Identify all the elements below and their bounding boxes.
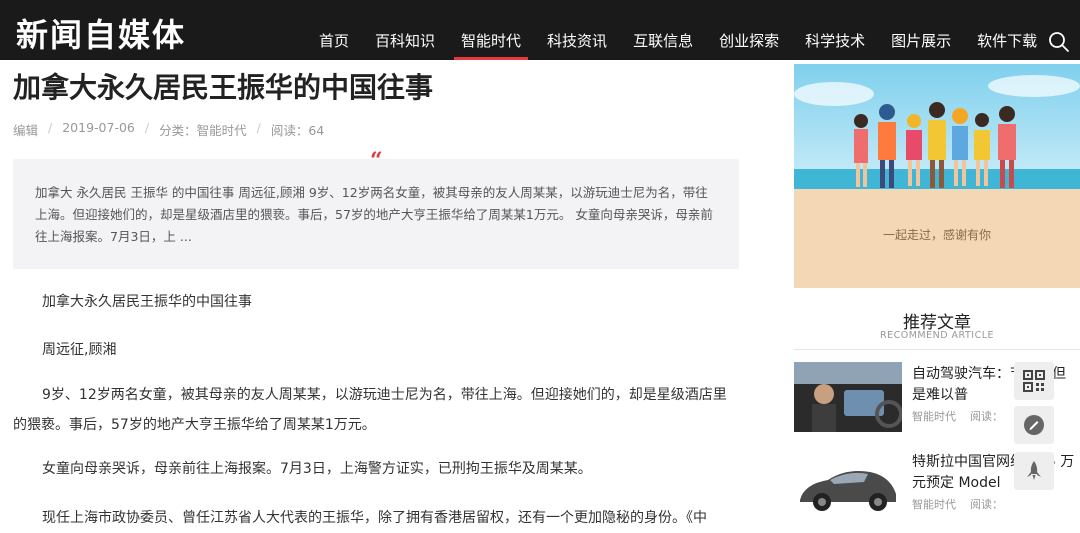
nav-home[interactable]: 首页 (306, 0, 362, 60)
article-summary: 加拿大 永久居民 王振华 的中国往事 周远征,顾湘 9岁、12岁两名女童，被其母… (13, 159, 739, 269)
article-title: 加拿大永久居民王振华的中国往事 (13, 71, 434, 104)
nav-smart-era[interactable]: 智能时代 (448, 0, 534, 60)
recommend-item-category: 智能时代 (912, 498, 956, 511)
nav-internet[interactable]: 互联信息 (620, 0, 706, 60)
feedback-icon (1024, 415, 1044, 435)
article-paragraph: 加拿大永久居民王振华的中国往事 (42, 294, 252, 310)
recommend-item-views: 阅读： (970, 410, 1003, 423)
feedback-button[interactable] (1014, 406, 1054, 444)
meta-date: 2019-07-06 (62, 120, 135, 135)
quote-icon: “ (370, 148, 383, 174)
recommend-thumbnail[interactable] (794, 362, 902, 432)
meta-separator: / (256, 120, 261, 135)
site-logo[interactable]: 新闻自媒体 (16, 10, 186, 56)
article-paragraph: 女童向母亲哭诉，母亲前往上海报案。7月3日，上海警方证实，已刑拘王振华及周某某。 (42, 461, 592, 477)
recommend-item-meta: 智能时代 阅读： (912, 496, 1003, 512)
recommend-subtitle: RECOMMEND ARTICLE (880, 330, 994, 341)
meta-separator: / (48, 120, 53, 135)
recommend-item-category: 智能时代 (912, 410, 956, 423)
article-paragraph: 周远征,顾湘 (42, 342, 117, 358)
qrcode-icon (1023, 370, 1045, 392)
recommend-item-meta: 智能时代 阅读： (912, 408, 1003, 424)
nav-science[interactable]: 科学技术 (792, 0, 878, 60)
main-nav: 首页 百科知识 智能时代 科技资讯 互联信息 创业探索 科学技术 图片展示 软件… (306, 0, 1050, 60)
nav-gallery[interactable]: 图片展示 (878, 0, 964, 60)
banner-caption: 一起走过，感谢有你 (883, 227, 991, 242)
article-paragraph: 9岁、12岁两名女童，被其母亲的友人周某某，以游玩迪士尼为名，带往上海。但迎接她… (13, 387, 727, 433)
summary-text: 加拿大 永久居民 王振华 的中国往事 周远征,顾湘 9岁、12岁两名女童，被其母… (35, 185, 713, 244)
meta-views: 阅读：64 (270, 123, 325, 138)
sidebar-banner-image[interactable]: 一起走过，感谢有你 (794, 64, 1080, 288)
article-meta: 编辑 / 2019-07-06 / 分类：智能时代 / 阅读：64 (13, 120, 324, 139)
qrcode-button[interactable] (1014, 362, 1054, 400)
nav-tech-news[interactable]: 科技资讯 (534, 0, 620, 60)
back-to-top-button[interactable] (1014, 452, 1054, 490)
nav-software[interactable]: 软件下载 (964, 0, 1050, 60)
nav-startup[interactable]: 创业探索 (706, 0, 792, 60)
top-header: 新闻自媒体 首页 百科知识 智能时代 科技资讯 互联信息 创业探索 科学技术 图… (0, 0, 1080, 60)
divider (794, 349, 1080, 350)
search-icon[interactable] (1048, 31, 1070, 53)
article-paragraph: 现任上海市政协委员、曾任江苏省人大代表的王振华，除了拥有香港居留权，还有一个更加… (42, 510, 707, 526)
meta-category[interactable]: 分类：智能时代 (159, 120, 247, 139)
recommend-thumbnail[interactable] (794, 450, 902, 520)
meta-author: 编辑 (13, 123, 39, 138)
rocket-icon (1027, 461, 1041, 480)
recommend-item-views: 阅读： (970, 498, 1003, 511)
beach-illustration: 一起走过，感谢有你 (794, 64, 1080, 288)
meta-separator: / (144, 120, 150, 135)
nav-encyclopedia[interactable]: 百科知识 (362, 0, 448, 60)
